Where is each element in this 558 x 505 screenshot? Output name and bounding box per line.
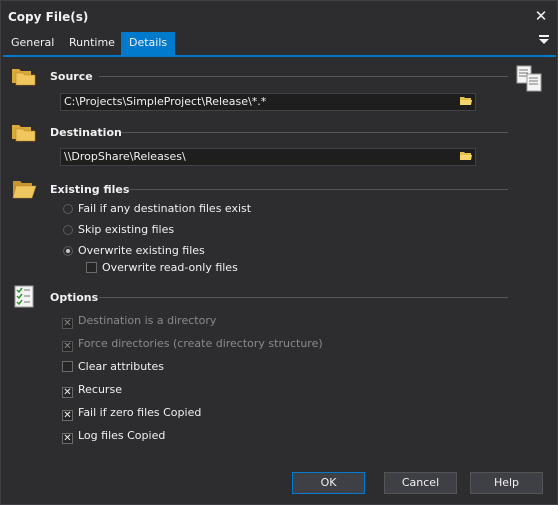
checkbox-label: Fail if zero files Copied bbox=[78, 406, 202, 419]
checkbox-destination-is-directory[interactable]: ✕ Destination is a directory bbox=[62, 313, 216, 329]
tab-runtime[interactable]: Runtime bbox=[61, 32, 123, 55]
tab-bar: General Runtime Details bbox=[3, 32, 556, 57]
close-icon[interactable]: ✕ bbox=[531, 7, 551, 25]
browse-folder-icon[interactable] bbox=[460, 150, 473, 163]
checkbox-overwrite-readonly[interactable]: Overwrite read-only files bbox=[86, 260, 238, 276]
destination-path-field[interactable] bbox=[60, 148, 476, 166]
cancel-button[interactable]: Cancel bbox=[384, 472, 457, 494]
dialog-title: Copy File(s) bbox=[8, 10, 89, 24]
copy-files-dialog: Copy File(s) ✕ General Runtime Details S… bbox=[0, 0, 558, 505]
checkbox[interactable]: ✕ bbox=[62, 387, 73, 398]
source-divider bbox=[99, 76, 508, 77]
folder-paste-icon bbox=[11, 120, 37, 145]
options-divider bbox=[99, 297, 508, 298]
checkbox-clear-attributes[interactable]: Clear attributes bbox=[62, 359, 164, 375]
checkbox[interactable] bbox=[62, 361, 73, 372]
folder-open-icon bbox=[11, 177, 37, 204]
radio-overwrite-existing[interactable]: Overwrite existing files bbox=[63, 243, 205, 259]
folder-copy-icon bbox=[11, 64, 37, 89]
radio-label: Overwrite existing files bbox=[78, 244, 205, 257]
radio-button[interactable] bbox=[63, 225, 73, 235]
title-bar: Copy File(s) ✕ bbox=[1, 1, 557, 32]
radio-label: Fail if any destination files exist bbox=[78, 202, 252, 215]
help-button[interactable]: Help bbox=[470, 472, 543, 494]
tab-menu-icon[interactable] bbox=[536, 34, 552, 50]
checkbox[interactable]: ✕ bbox=[62, 433, 73, 444]
source-path-input[interactable] bbox=[64, 95, 454, 108]
destination-path-input[interactable] bbox=[64, 150, 454, 163]
browse-folder-icon[interactable] bbox=[460, 95, 473, 108]
ok-button[interactable]: OK bbox=[292, 472, 365, 494]
checklist-icon bbox=[14, 285, 36, 312]
checkbox-label: Force directories (create directory stru… bbox=[78, 337, 323, 350]
checkbox[interactable]: ✕ bbox=[62, 318, 73, 329]
checkbox[interactable] bbox=[86, 262, 97, 273]
checkbox-label: Log files Copied bbox=[78, 429, 166, 442]
radio-skip-existing[interactable]: Skip existing files bbox=[63, 222, 174, 238]
destination-heading: Destination bbox=[50, 126, 122, 139]
radio-button[interactable] bbox=[63, 246, 73, 256]
tab-details[interactable]: Details bbox=[121, 32, 176, 55]
existing-files-divider bbox=[126, 189, 508, 190]
options-heading: Options bbox=[50, 291, 99, 304]
source-heading: Source bbox=[50, 70, 93, 83]
destination-divider bbox=[121, 132, 508, 133]
checkbox-label: Recurse bbox=[78, 383, 122, 396]
checkbox[interactable]: ✕ bbox=[62, 341, 73, 352]
existing-files-heading: Existing files bbox=[50, 183, 130, 196]
radio-button[interactable] bbox=[63, 204, 73, 214]
source-path-field[interactable] bbox=[60, 93, 476, 111]
checkbox-force-directories[interactable]: ✕ Force directories (create directory str… bbox=[62, 336, 323, 352]
tab-general[interactable]: General bbox=[3, 32, 62, 55]
radio-fail-if-exist[interactable]: Fail if any destination files exist bbox=[63, 201, 251, 217]
radio-label: Skip existing files bbox=[78, 223, 175, 236]
checkbox[interactable]: ✕ bbox=[62, 410, 73, 421]
checkbox-log-files[interactable]: ✕ Log files Copied bbox=[62, 428, 165, 444]
checkbox-fail-if-zero[interactable]: ✕ Fail if zero files Copied bbox=[62, 405, 201, 421]
checkbox-recurse[interactable]: ✕ Recurse bbox=[62, 382, 122, 398]
checkbox-label: Destination is a directory bbox=[78, 314, 217, 327]
checkbox-label: Clear attributes bbox=[78, 360, 164, 373]
copy-documents-icon bbox=[516, 65, 544, 96]
checkbox-label: Overwrite read-only files bbox=[102, 261, 238, 274]
